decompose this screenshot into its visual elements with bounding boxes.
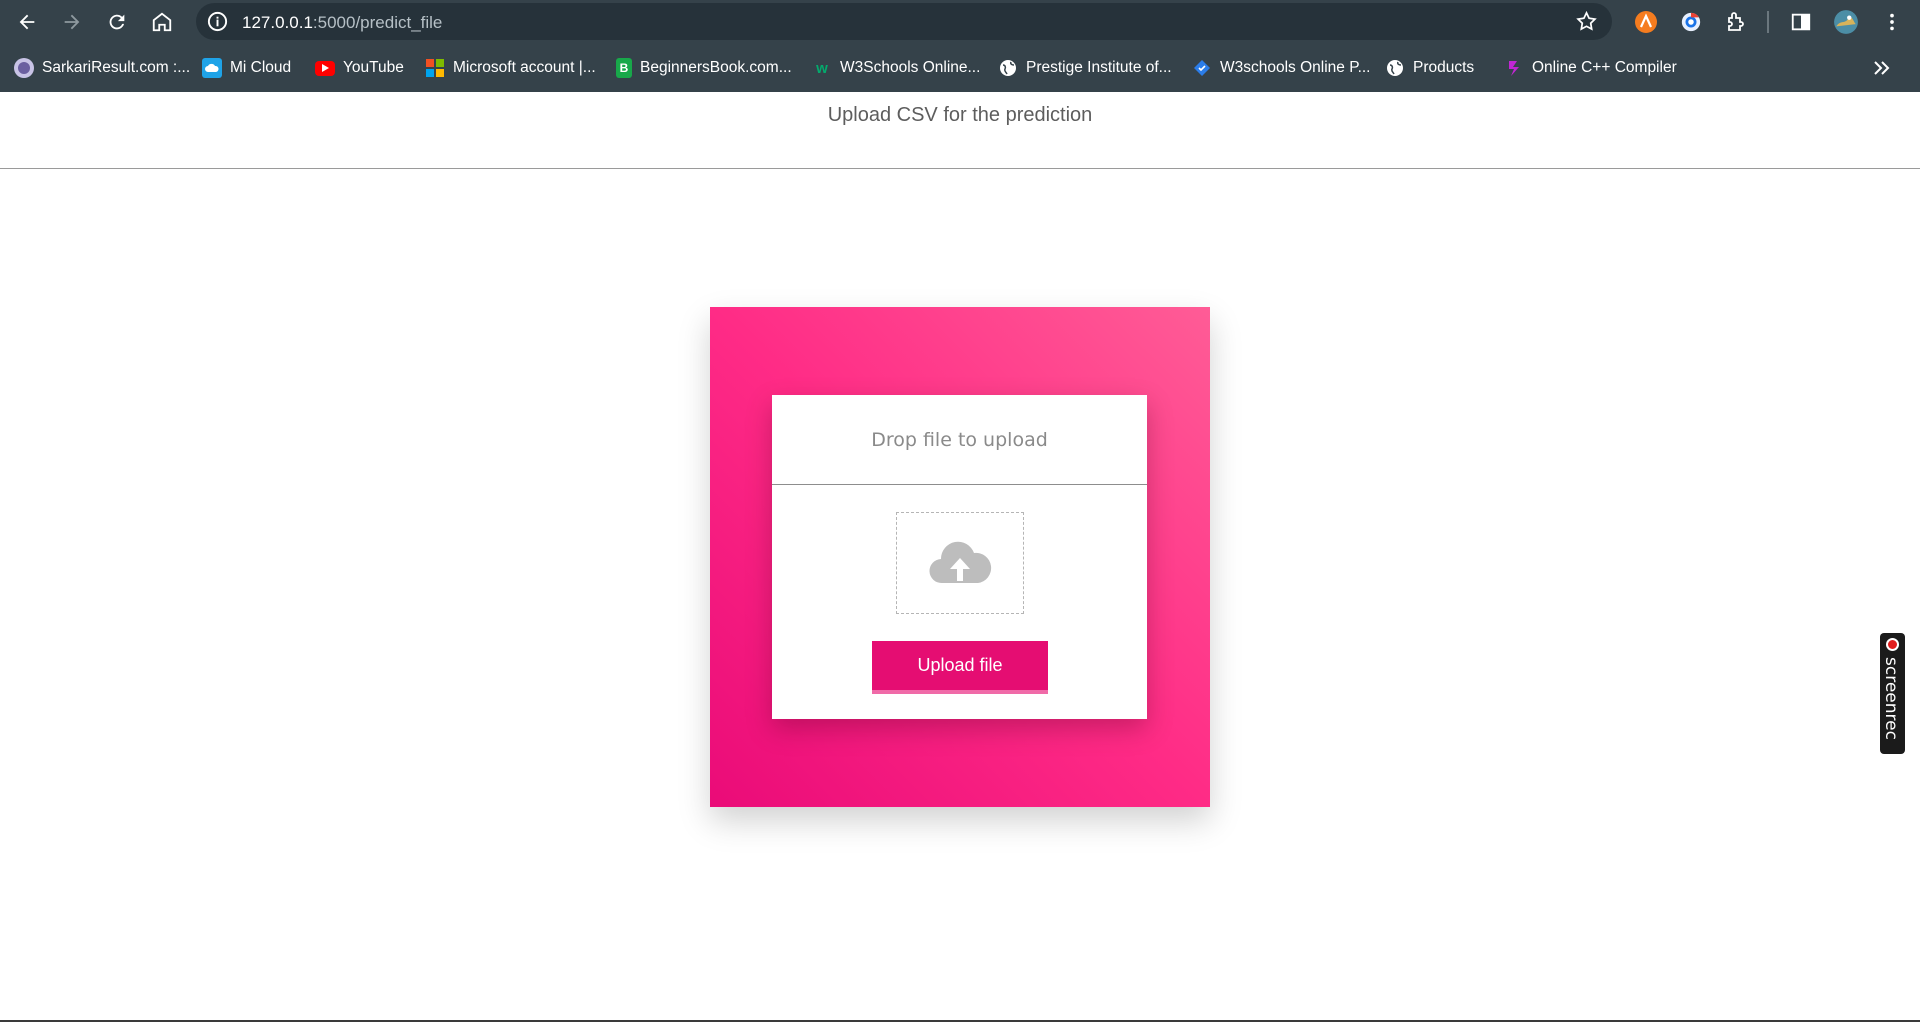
page-title: Upload CSV for the prediction: [827, 104, 1093, 126]
bookmark-sarkariresult[interactable]: SarkariResult.com :...: [14, 56, 190, 80]
forward-button[interactable]: [56, 6, 88, 38]
bookmark-label: W3schools Online P...: [1220, 59, 1371, 76]
sarkari-icon: [14, 58, 34, 78]
bookmark-beginnersbook[interactable]: B BeginnersBook.com...: [616, 56, 792, 80]
bookmark-label: Products: [1413, 59, 1475, 76]
bookmark-w3schools-p[interactable]: W3schools Online P...: [1192, 56, 1370, 80]
upload-card: Drop file to upload Upload file: [772, 395, 1147, 719]
profile-avatar[interactable]: [1833, 9, 1859, 35]
bookmark-label: BeginnersBook.com...: [640, 59, 792, 76]
bookmark-label: Prestige Institute of...: [1026, 59, 1172, 76]
bookmark-label: Online C++ Compiler: [1532, 59, 1677, 76]
bookmark-youtube[interactable]: YouTube: [315, 56, 404, 80]
arrow-right-icon: [64, 14, 80, 30]
card-divider: [772, 484, 1147, 485]
bookmark-prestige[interactable]: Prestige Institute of...: [998, 56, 1172, 80]
microsoft-icon: [425, 58, 445, 78]
header-divider: [0, 168, 1920, 169]
toolbar-separator: [1767, 11, 1769, 33]
url-host: 127.0.0.1: [242, 13, 313, 32]
bookmarks-bar: SarkariResult.com :... Mi Cloud YouTube …: [0, 43, 1920, 92]
side-panel-icon[interactable]: [1788, 9, 1814, 35]
bookmark-label: SarkariResult.com :...: [42, 59, 191, 76]
address-bar[interactable]: 127.0.0.1:5000/predict_file: [196, 3, 1612, 40]
upload-panel: Drop file to upload Upload file: [710, 307, 1210, 807]
bookmark-label: YouTube: [343, 59, 404, 76]
screenrec-label: screenrec: [1881, 657, 1901, 740]
bookmark-online-cpp-compiler[interactable]: Online C++ Compiler: [1504, 56, 1677, 80]
record-icon: [1886, 638, 1899, 651]
url-path: :5000/predict_file: [312, 13, 443, 32]
back-button[interactable]: [11, 6, 43, 38]
bookmark-label: Microsoft account |...: [453, 59, 596, 76]
w3schools-icon: w: [816, 59, 828, 77]
youtube-icon: [315, 60, 335, 76]
reload-icon: [109, 14, 125, 30]
extension-chrome-icon[interactable]: [1678, 9, 1704, 35]
upload-file-button[interactable]: Upload file: [872, 641, 1048, 694]
home-button[interactable]: [146, 6, 178, 38]
arrow-left-icon: [19, 14, 35, 30]
bookmark-label: Mi Cloud: [230, 59, 292, 76]
bookmark-label: W3Schools Online...: [840, 59, 981, 76]
extension-orange-icon[interactable]: [1633, 9, 1659, 35]
mi-cloud-icon: [202, 58, 222, 78]
cloud-upload-icon: [929, 541, 992, 584]
browser-menu-icon[interactable]: [1879, 9, 1905, 35]
globe-icon: [1385, 58, 1405, 78]
beginnersbook-icon: B: [616, 58, 632, 78]
drop-heading: Drop file to upload: [871, 429, 1048, 451]
browser-toolbar: 127.0.0.1:5000/predict_file: [0, 0, 1920, 43]
bookmark-microsoft[interactable]: Microsoft account |...: [425, 56, 596, 80]
bookmark-w3schools[interactable]: w W3Schools Online...: [812, 56, 980, 80]
home-icon: [152, 12, 172, 32]
bookmark-products[interactable]: Products: [1385, 56, 1474, 80]
url-text[interactable]: 127.0.0.1:5000/predict_file: [242, 13, 442, 33]
reload-button[interactable]: [101, 6, 133, 38]
info-icon[interactable]: [206, 10, 229, 33]
bookmark-star-icon[interactable]: [1575, 10, 1598, 33]
chevron-double-right-icon[interactable]: [1870, 56, 1894, 80]
file-drop-zone[interactable]: [896, 512, 1024, 614]
globe-icon: [998, 58, 1018, 78]
screenrec-widget[interactable]: screenrec: [1880, 633, 1905, 754]
bookmark-mi-cloud[interactable]: Mi Cloud: [202, 56, 291, 80]
w3schools-p-icon: [1192, 58, 1212, 78]
extensions-puzzle-icon[interactable]: [1723, 9, 1749, 35]
compiler-icon: [1504, 58, 1524, 78]
